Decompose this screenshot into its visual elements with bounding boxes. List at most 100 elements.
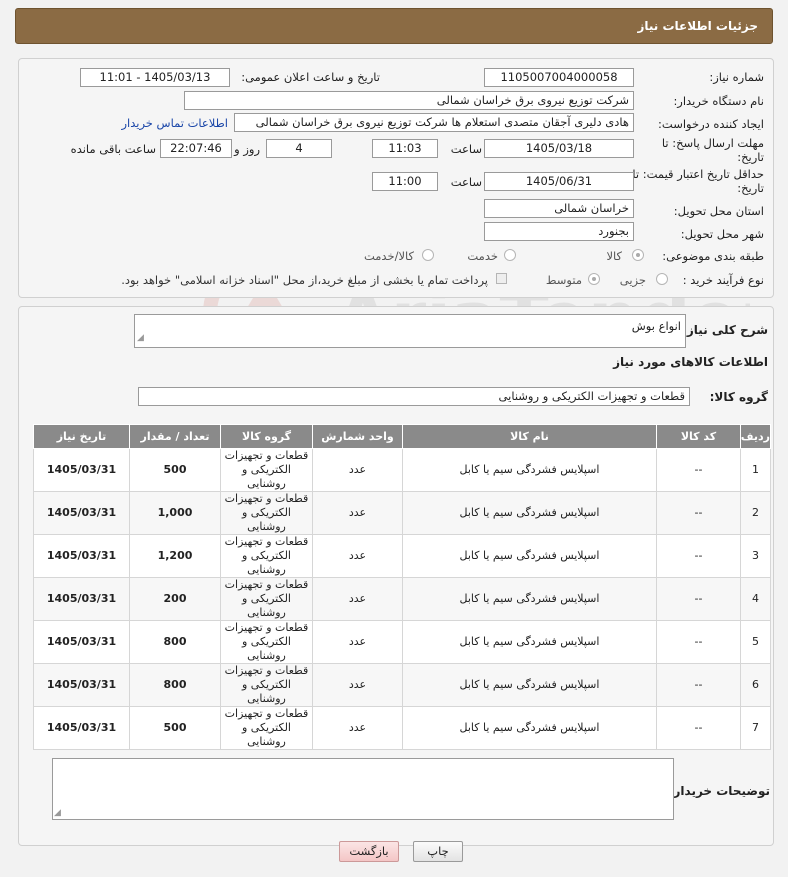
table-row[interactable]: 6 -- اسپلایس فشردگی سیم یا کابل عدد قطعا… bbox=[33, 663, 771, 707]
deadline-time-label: ساعت bbox=[450, 142, 482, 156]
table-row[interactable]: 5 -- اسپلایس فشردگی سیم یا کابل عدد قطعا… bbox=[33, 620, 771, 664]
description-label: شرح کلی نیاز: bbox=[682, 323, 768, 337]
category-radio-both[interactable] bbox=[422, 249, 434, 261]
back-button[interactable]: بازگشت bbox=[339, 841, 399, 862]
category-option-goods: کالا bbox=[606, 249, 622, 263]
group-label: گروه کالا: bbox=[709, 390, 768, 404]
city-label: شهر محل تحویل: bbox=[680, 227, 764, 241]
header-group: گروه کالا bbox=[220, 424, 313, 449]
cell-item-name: اسپلایس فشردگی سیم یا کابل bbox=[402, 620, 657, 664]
remaining-label: ساعت باقی مانده bbox=[70, 142, 156, 156]
deadline-label: مهلت ارسال پاسخ: تا تاریخ: bbox=[639, 136, 764, 164]
cell-quantity: 500 bbox=[129, 706, 221, 750]
cell-need-date: 1405/03/31 bbox=[33, 534, 130, 578]
table-row[interactable]: 7 -- اسپلایس فشردگی سیم یا کابل عدد قطعا… bbox=[33, 706, 771, 750]
validity-label-text: حداقل تاریخ اعتبار قیمت: تا تاریخ: bbox=[632, 167, 764, 195]
need-number-field[interactable]: 1105007004000058 bbox=[484, 68, 634, 87]
process-label: نوع فرآیند خرید : bbox=[682, 273, 764, 287]
cell-group: قطعات و تجهیزات الکتریکی و روشنایی bbox=[220, 663, 313, 707]
cell-item-code: -- bbox=[656, 706, 741, 750]
description-text: انواع بوش bbox=[631, 319, 681, 333]
cell-row-index: 2 bbox=[740, 491, 771, 535]
creator-field[interactable]: هادی دلیری آجقان متصدی استعلام ها شرکت ت… bbox=[234, 113, 634, 132]
cell-item-name: اسپلایس فشردگی سیم یا کابل bbox=[402, 706, 657, 750]
table-row[interactable]: 4 -- اسپلایس فشردگی سیم یا کابل عدد قطعا… bbox=[33, 577, 771, 621]
cell-group: قطعات و تجهیزات الکتریکی و روشنایی bbox=[220, 534, 313, 578]
cell-need-date: 1405/03/31 bbox=[33, 663, 130, 707]
cell-quantity: 500 bbox=[129, 448, 221, 492]
city-field[interactable]: بجنورد bbox=[484, 222, 634, 241]
buyer-label: نام دستگاه خریدار: bbox=[673, 94, 764, 108]
cell-item-code: -- bbox=[656, 620, 741, 664]
print-button[interactable]: چاپ bbox=[413, 841, 463, 862]
cell-need-date: 1405/03/31 bbox=[33, 577, 130, 621]
deadline-time-field[interactable]: 11:03 bbox=[372, 139, 438, 158]
cell-item-code: -- bbox=[656, 448, 741, 492]
cell-row-index: 5 bbox=[740, 620, 771, 664]
buyer-field[interactable]: شرکت توزیع نیروی برق خراسان شمالی bbox=[184, 91, 634, 110]
category-radio-goods[interactable] bbox=[632, 249, 644, 261]
process-radio-medium[interactable] bbox=[588, 273, 600, 285]
province-field[interactable]: خراسان شمالی bbox=[484, 199, 634, 218]
table-row[interactable]: 3 -- اسپلایس فشردگی سیم یا کابل عدد قطعا… bbox=[33, 534, 771, 578]
cell-unit: عدد bbox=[312, 448, 403, 492]
cell-group: قطعات و تجهیزات الکتریکی و روشنایی bbox=[220, 706, 313, 750]
header-quantity: تعداد / مقدار bbox=[129, 424, 221, 449]
header-need-date: تاریخ نیاز bbox=[33, 424, 130, 449]
cell-unit: عدد bbox=[312, 663, 403, 707]
days-label: روز و bbox=[234, 142, 260, 156]
days-field[interactable]: 4 bbox=[266, 139, 332, 158]
validity-date-field[interactable]: 1405/06/31 bbox=[484, 172, 634, 191]
cell-row-index: 7 bbox=[740, 706, 771, 750]
table-row[interactable]: 2 -- اسپلایس فشردگی سیم یا کابل عدد قطعا… bbox=[33, 491, 771, 535]
cell-item-code: -- bbox=[656, 491, 741, 535]
cell-quantity: 200 bbox=[129, 577, 221, 621]
creator-label: ایجاد کننده درخواست: bbox=[658, 117, 764, 131]
remaining-time-field[interactable]: 22:07:46 bbox=[160, 139, 232, 158]
buyer-notes-field[interactable] bbox=[52, 758, 674, 820]
cell-unit: عدد bbox=[312, 620, 403, 664]
cell-item-name: اسپلایس فشردگی سیم یا کابل bbox=[402, 577, 657, 621]
process-option-minor: جزیی bbox=[619, 273, 646, 287]
cell-need-date: 1405/03/31 bbox=[33, 448, 130, 492]
category-radio-service[interactable] bbox=[504, 249, 516, 261]
header-item-name: نام کالا bbox=[402, 424, 657, 449]
deadline-date-field[interactable]: 1405/03/18 bbox=[484, 139, 634, 158]
process-radio-minor[interactable] bbox=[656, 273, 668, 285]
table-header-row: ردیف کد کالا نام کالا واحد شمارش گروه کا… bbox=[33, 424, 771, 449]
province-label: استان محل تحویل: bbox=[673, 204, 764, 218]
cell-quantity: 800 bbox=[129, 663, 221, 707]
buyer-contact-link[interactable]: اطلاعات تماس خریدار bbox=[121, 116, 228, 130]
header-unit: واحد شمارش bbox=[312, 424, 403, 449]
description-field[interactable]: انواع بوش ◢ bbox=[134, 314, 686, 348]
group-field[interactable]: قطعات و تجهیزات الکتریکی و روشنایی bbox=[138, 387, 690, 406]
cell-item-code: -- bbox=[656, 663, 741, 707]
cell-need-date: 1405/03/31 bbox=[33, 620, 130, 664]
cell-row-index: 1 bbox=[740, 448, 771, 492]
cell-need-date: 1405/03/31 bbox=[33, 706, 130, 750]
cell-unit: عدد bbox=[312, 577, 403, 621]
cell-item-code: -- bbox=[656, 534, 741, 578]
cell-unit: عدد bbox=[312, 491, 403, 535]
header-item-code: کد کالا bbox=[656, 424, 741, 449]
cell-group: قطعات و تجهیزات الکتریکی و روشنایی bbox=[220, 491, 313, 535]
validity-label: حداقل تاریخ اعتبار قیمت: تا تاریخ: bbox=[624, 167, 764, 195]
category-label: طبقه بندی موضوعی: bbox=[662, 249, 764, 263]
cell-row-index: 4 bbox=[740, 577, 771, 621]
cell-group: قطعات و تجهیزات الکتریکی و روشنایی bbox=[220, 577, 313, 621]
process-option-medium: متوسط bbox=[545, 273, 582, 287]
validity-time-field[interactable]: 11:00 bbox=[372, 172, 438, 191]
header-row-index: ردیف bbox=[740, 424, 771, 449]
resize-handle-icon: ◢ bbox=[54, 808, 61, 818]
payment-checkbox[interactable] bbox=[496, 273, 507, 284]
need-number-label: شماره نیاز: bbox=[709, 70, 764, 84]
announce-label: تاریخ و ساعت اعلان عمومی: bbox=[241, 70, 380, 84]
deadline-label-text: مهلت ارسال پاسخ: تا تاریخ: bbox=[661, 136, 764, 164]
table-row[interactable]: 1 -- اسپلایس فشردگی سیم یا کابل عدد قطعا… bbox=[33, 448, 771, 492]
category-option-both: کالا/خدمت bbox=[363, 249, 414, 263]
resize-handle-icon: ◢ bbox=[137, 333, 144, 343]
announce-field[interactable]: 1405/03/13 - 11:01 bbox=[80, 68, 230, 87]
page-title: جزئیات اطلاعات نیاز bbox=[15, 8, 773, 44]
cell-item-code: -- bbox=[656, 577, 741, 621]
cell-quantity: 1,000 bbox=[129, 491, 221, 535]
